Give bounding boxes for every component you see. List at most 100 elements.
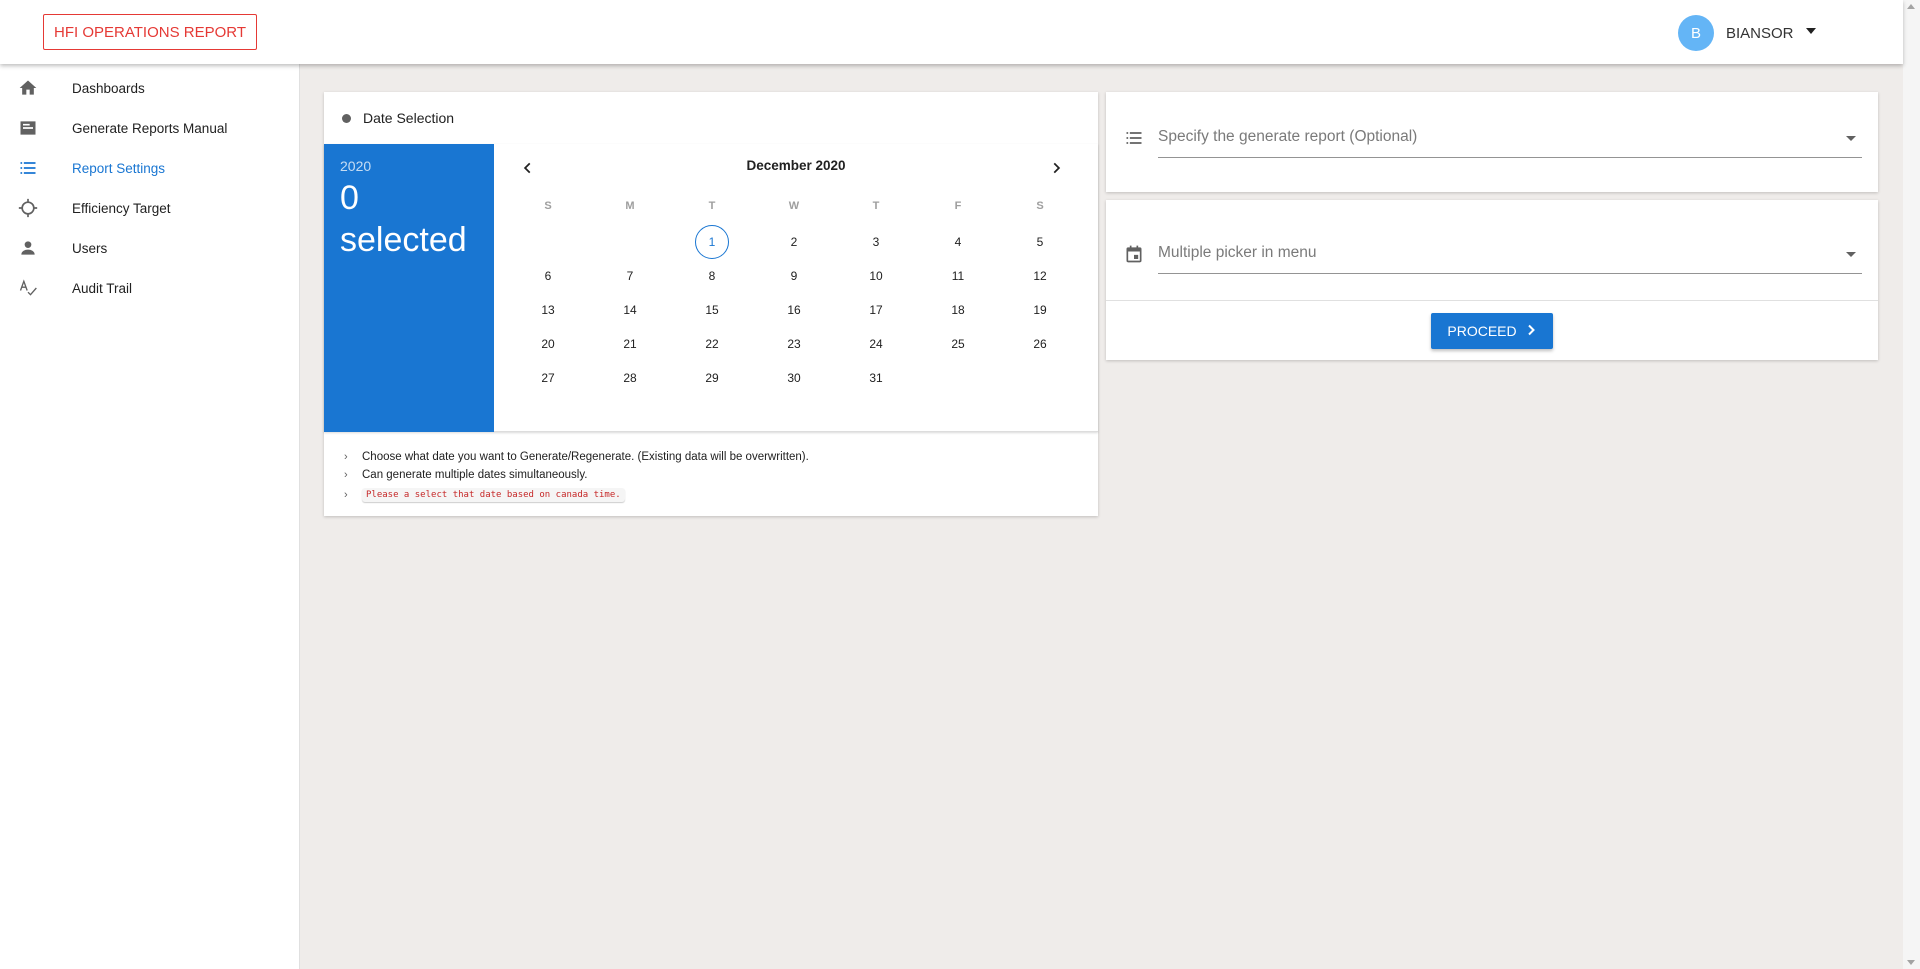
field-underline: [1158, 157, 1862, 158]
list-item: › Can generate multiple dates simultaneo…: [344, 466, 809, 484]
weekday-header: S: [544, 200, 552, 212]
list-item: › Please a select that date based on can…: [344, 484, 809, 506]
calendar-day[interactable]: 23: [777, 327, 811, 361]
weekday-header: F: [954, 200, 962, 212]
chevron-right-icon: ›: [344, 469, 348, 481]
picker-month[interactable]: December 2020: [494, 158, 1098, 173]
report-icon: [16, 116, 40, 140]
calendar-day[interactable]: 19: [1023, 293, 1057, 327]
sidebar: Dashboards Generate Reports Manual Repor…: [0, 64, 300, 969]
sidebar-item-dashboards[interactable]: Dashboards: [0, 68, 299, 108]
chevron-right-icon[interactable]: [1040, 156, 1072, 180]
top-app-bar: HFI OPERATIONS REPORT B BIANSOR: [0, 0, 1903, 64]
notes-list: › Choose what date you want to Generate/…: [344, 448, 809, 506]
weekday-header: T: [708, 200, 716, 212]
sidebar-item-generate-reports-manual[interactable]: Generate Reports Manual: [0, 108, 299, 148]
picker-selected-count: 0: [340, 179, 359, 217]
weekday-header: T: [872, 200, 880, 212]
calendar-day[interactable]: 1: [695, 225, 729, 259]
calendar-icon: [1122, 242, 1146, 266]
calendar-day[interactable]: 21: [613, 327, 647, 361]
signature-icon: [16, 276, 40, 300]
note-warning-code: Please a select that date based on canad…: [362, 488, 625, 502]
scroll-down-icon[interactable]: [1907, 960, 1915, 965]
sidebar-item-label: Audit Trail: [72, 280, 133, 296]
proceed-button[interactable]: PROCEED: [1431, 312, 1553, 349]
sidebar-item-label: Dashboards: [72, 80, 145, 96]
picker-year[interactable]: 2020: [340, 158, 478, 174]
bullet-dot-icon: [342, 113, 351, 123]
page-scrollbar[interactable]: [1903, 0, 1920, 969]
note-text: Can generate multiple dates simultaneous…: [362, 469, 588, 481]
sidebar-item-label: Report Settings: [72, 160, 166, 176]
avatar[interactable]: B: [1678, 15, 1714, 51]
multiple-date-picker-field[interactable]: Multiple picker in menu: [1122, 234, 1862, 274]
calendar-day[interactable]: 14: [613, 293, 647, 327]
note-text: Choose what date you want to Generate/Re…: [362, 451, 809, 463]
report-select[interactable]: Specify the generate report (Optional): [1122, 118, 1862, 158]
date-picker-title: 2020 0 selected: [324, 144, 494, 432]
date-selection-card: Date Selection 2020 0 selected December …: [324, 92, 1098, 516]
app-title-button[interactable]: HFI OPERATIONS REPORT: [43, 14, 257, 50]
chevron-right-icon: [1525, 323, 1537, 339]
weekday-header: M: [625, 200, 635, 212]
date-picker: 2020 0 selected December 2020 SMTWTFS123…: [324, 144, 1098, 432]
sidebar-item-label: Efficiency Target: [72, 200, 171, 216]
calendar-day[interactable]: 25: [941, 327, 975, 361]
chevron-right-icon: ›: [344, 489, 348, 501]
calendar-day[interactable]: 24: [859, 327, 893, 361]
person-icon: [16, 236, 40, 260]
date-menu-placeholder: Multiple picker in menu: [1158, 244, 1317, 261]
user-menu[interactable]: B BIANSOR: [1678, 15, 1816, 51]
calendar-day[interactable]: 7: [613, 259, 647, 293]
weekday-header: W: [788, 200, 800, 212]
calendar-day[interactable]: 29: [695, 361, 729, 395]
calendar-day[interactable]: 13: [531, 293, 565, 327]
sidebar-item-report-settings[interactable]: Report Settings: [0, 148, 299, 188]
calendar-day[interactable]: 30: [777, 361, 811, 395]
calendar-day[interactable]: 17: [859, 293, 893, 327]
date-menu-card: Multiple picker in menu PROCEED: [1106, 200, 1878, 360]
date-selection-header: Date Selection: [324, 92, 1098, 144]
user-name[interactable]: BIANSOR: [1726, 25, 1794, 42]
calendar-day[interactable]: 5: [1023, 225, 1057, 259]
calendar-day[interactable]: 2: [777, 225, 811, 259]
calendar-day[interactable]: 3: [859, 225, 893, 259]
sidebar-item-label: Users: [72, 240, 108, 256]
calendar-day[interactable]: 8: [695, 259, 729, 293]
home-icon: [16, 76, 40, 100]
scroll-up-icon[interactable]: [1907, 4, 1915, 9]
calendar-day[interactable]: 15: [695, 293, 729, 327]
sidebar-item-label: Generate Reports Manual: [72, 120, 228, 136]
list-item: › Choose what date you want to Generate/…: [344, 448, 809, 466]
date-selection-title: Date Selection: [363, 110, 455, 126]
date-picker-body: December 2020 S M T W T F S 1 2 3 4 5 6 7 8 9 10 11 12 13 14…: [494, 144, 1098, 432]
dropdown-arrow-icon[interactable]: [1846, 252, 1856, 257]
sidebar-item-users[interactable]: Users: [0, 228, 299, 268]
calendar-day[interactable]: 27: [531, 361, 565, 395]
calendar-day[interactable]: 16: [777, 293, 811, 327]
calendar-day[interactable]: 12: [1023, 259, 1057, 293]
calendar-day[interactable]: 28: [613, 361, 647, 395]
picker-selected-label: selected: [340, 221, 467, 259]
dropdown-arrow-icon[interactable]: [1846, 136, 1856, 141]
calendar-day[interactable]: 6: [531, 259, 565, 293]
calendar-day[interactable]: 9: [777, 259, 811, 293]
calendar-day[interactable]: 22: [695, 327, 729, 361]
calendar-day[interactable]: 26: [1023, 327, 1057, 361]
sidebar-item-audit-trail[interactable]: Audit Trail: [0, 268, 299, 308]
sidebar-item-efficiency-target[interactable]: Efficiency Target: [0, 188, 299, 228]
caret-down-icon[interactable]: [1805, 28, 1816, 34]
calendar-day[interactable]: 4: [941, 225, 975, 259]
calendar-day[interactable]: 10: [859, 259, 893, 293]
field-underline: [1158, 273, 1862, 274]
calendar-day[interactable]: 11: [941, 259, 975, 293]
proceed-label: PROCEED: [1447, 322, 1517, 339]
calendar-day[interactable]: 31: [859, 361, 893, 395]
report-select-card: Specify the generate report (Optional): [1106, 92, 1878, 192]
list-icon: [1122, 126, 1146, 150]
card-actions: PROCEED: [1106, 300, 1878, 360]
calendar-day[interactable]: 18: [941, 293, 975, 327]
target-icon: [16, 196, 40, 220]
calendar-day[interactable]: 20: [531, 327, 565, 361]
